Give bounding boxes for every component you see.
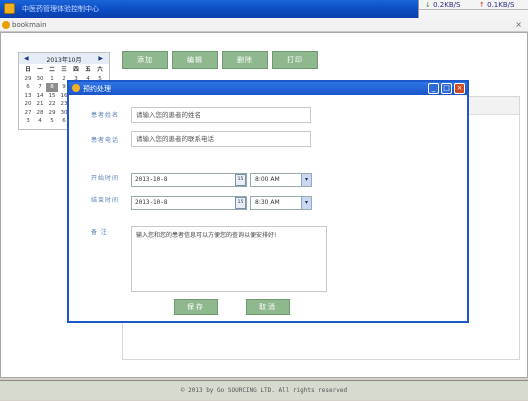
calendar-weekday: 二 (49, 67, 55, 73)
calendar-day[interactable]: 28 (34, 109, 46, 118)
start-time-label: 开始时间 (91, 175, 120, 182)
calendar-weekday: 三 (61, 67, 67, 73)
tab-bar: bookmain × (0, 18, 528, 32)
patient-name-input[interactable]: 请输入您的患者的姓名 (131, 107, 311, 123)
calendar-weekday: 一 (37, 67, 43, 73)
appointment-dialog: 预约处理 _ □ × 患者姓名 请输入您的患者的姓名 患者电话 请输入您的患者的… (67, 80, 469, 323)
calendar-weekday: 六 (97, 67, 103, 73)
chevron-down-icon[interactable]: ▾ (301, 197, 311, 209)
calendar-day[interactable]: 6 (22, 83, 34, 92)
dialog-title-bar[interactable]: 预约处理 _ □ × (69, 82, 467, 95)
patient-phone-label: 患者电话 (91, 137, 120, 144)
calendar-day[interactable]: 30 (34, 75, 46, 84)
download-speed: ↓ 0.2KB/S (425, 1, 460, 9)
dialog-title: 预约处理 (83, 85, 111, 93)
download-speed-value: 0.2KB/S (433, 1, 461, 9)
calendar-day-today[interactable]: 8 (46, 83, 58, 92)
end-time-label: 结束时间 (91, 197, 120, 204)
calendar-day[interactable]: 21 (34, 100, 46, 109)
chevron-down-icon[interactable]: ▾ (301, 174, 311, 186)
calendar-day[interactable]: 29 (22, 75, 34, 84)
minimize-icon[interactable]: _ (428, 83, 439, 94)
calendar-month-label: 2013年10月 (46, 57, 82, 64)
calendar-day[interactable]: 20 (22, 100, 34, 109)
window-title-bar: 中医药管理体验控制中心 ↓ 0.2KB/S ↑ 0.1KB/S (0, 0, 528, 18)
network-meter: ↓ 0.2KB/S ↑ 0.1KB/S (418, 0, 528, 18)
end-date-input[interactable]: 2013-10-8 (131, 196, 247, 210)
end-calendar-icon[interactable]: 15 (235, 197, 246, 209)
print-button[interactable]: 打印 (272, 51, 318, 69)
window-title: 中医药管理体验控制中心 (22, 5, 99, 13)
delete-button[interactable]: 删除 (222, 51, 268, 69)
end-time-select[interactable]: 8:30 AM ▾ (250, 196, 312, 210)
tab-bookmain[interactable]: bookmain (12, 21, 47, 29)
save-button[interactable]: 保存 (174, 299, 218, 315)
start-calendar-icon[interactable]: 15 (235, 174, 246, 186)
calendar-day[interactable]: 15 (46, 92, 58, 101)
calendar-weekday: 五 (85, 67, 91, 73)
calendar-day[interactable]: 22 (46, 100, 58, 109)
upload-arrow-icon: ↑ (479, 1, 485, 9)
upload-speed: ↑ 0.1KB/S (479, 1, 514, 9)
next-month-icon[interactable]: ▶ (98, 55, 103, 62)
tab-favicon-icon (2, 21, 10, 29)
end-time-value: 8:30 AM (255, 199, 280, 206)
calendar-day[interactable]: 13 (22, 92, 34, 101)
calendar-day[interactable]: 1 (46, 75, 58, 84)
calendar-weekday: 日 (25, 67, 31, 73)
note-label: 备 注 (91, 229, 108, 236)
start-time-select[interactable]: 8:00 AM ▾ (250, 173, 312, 187)
close-icon[interactable]: × (454, 83, 465, 94)
maximize-icon[interactable]: □ (441, 83, 452, 94)
patient-phone-input[interactable]: 请输入您的患者的联系电话 (131, 131, 311, 147)
calendar-header: ◀ 2013年10月 ▶ (19, 53, 109, 64)
calendar-day[interactable]: 4 (34, 117, 46, 126)
calendar-day[interactable]: 14 (34, 92, 46, 101)
footer-copyright: © 2013 by Go SOURCING LTD. All rights re… (0, 380, 528, 400)
app-icon (4, 3, 15, 14)
start-time-value: 8:00 AM (255, 176, 280, 183)
add-button[interactable]: 添加 (122, 51, 168, 69)
patient-name-label: 患者姓名 (91, 112, 120, 119)
calendar-day[interactable]: 5 (46, 117, 58, 126)
note-textarea[interactable]: 输入您和您的患者信息可以方便您的查询以便安排好! (131, 226, 327, 292)
calendar-day[interactable]: 29 (46, 109, 58, 118)
download-arrow-icon: ↓ (425, 1, 431, 9)
start-date-input[interactable]: 2013-10-8 (131, 173, 247, 187)
cancel-button[interactable]: 取消 (246, 299, 290, 315)
tab-close-icon[interactable]: × (515, 20, 522, 29)
calendar-day[interactable]: 3 (22, 117, 34, 126)
calendar-day[interactable]: 7 (34, 83, 46, 92)
meter-divider (419, 9, 528, 10)
calendar-weekday: 四 (73, 67, 79, 73)
upload-speed-value: 0.1KB/S (487, 1, 515, 9)
edit-button[interactable]: 编辑 (172, 51, 218, 69)
dialog-app-icon (72, 84, 80, 92)
calendar-day[interactable]: 27 (22, 109, 34, 118)
